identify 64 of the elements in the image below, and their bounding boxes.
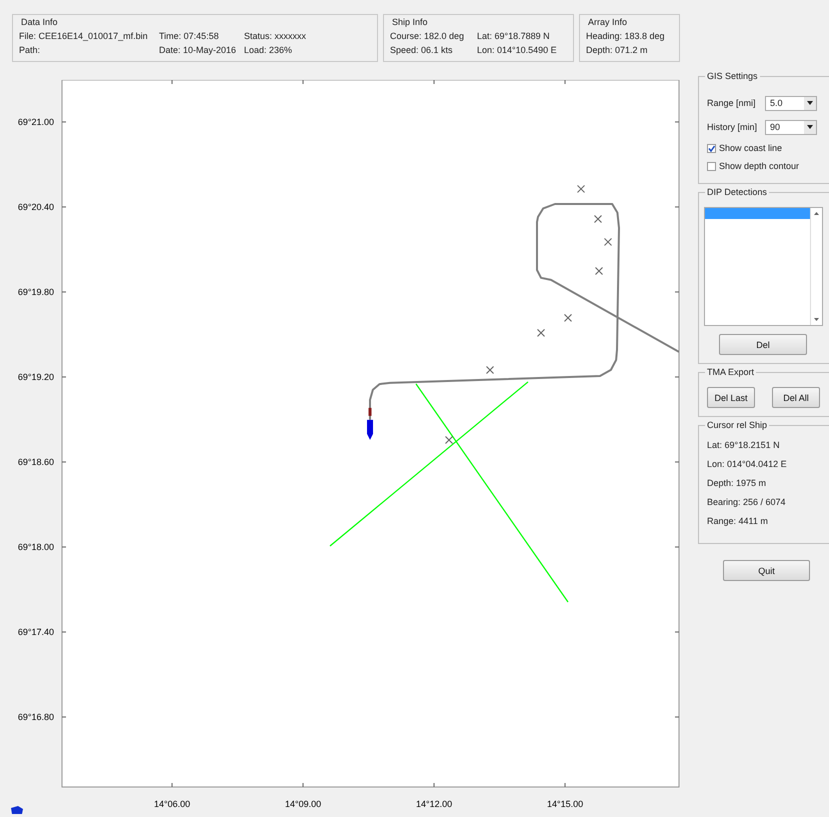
y-axis-label: 69°19.80	[18, 286, 54, 297]
cross-marker	[537, 328, 546, 337]
scrollbar[interactable]	[810, 208, 822, 325]
info-field: Time: 07:45:58	[159, 31, 244, 41]
checkbox-label: Show coast line	[719, 143, 782, 153]
cross-marker	[564, 314, 572, 322]
panel-title: Ship Info	[391, 17, 429, 27]
cross-marker	[486, 366, 494, 374]
info-field: File: CEE16E14_010017_mf.bin	[19, 31, 159, 41]
info-field: Status: xxxxxxx	[244, 31, 306, 41]
scroll-down-icon[interactable]	[814, 318, 819, 321]
history-label: History [min]	[707, 122, 758, 132]
info-field: Heading: 183.8 deg	[586, 31, 673, 41]
cursor-field: Lon: 014°04.0412 E	[707, 459, 829, 478]
info-field: Date: 10-May-2016	[159, 45, 244, 55]
group-title: TMA Export	[705, 367, 756, 377]
cross-marker	[445, 436, 453, 444]
cursor-field: Lat: 69°18.2151 N	[707, 440, 829, 459]
cross-marker	[604, 238, 612, 246]
x-axis-label: 14°12.00	[416, 799, 452, 809]
detections-list[interactable]	[704, 207, 823, 326]
y-axis-label: 69°19.20	[18, 372, 54, 382]
info-field: Lat: 69°18.7889 N	[477, 31, 562, 41]
panel-title: Array Info	[587, 17, 628, 27]
cross-marker	[594, 215, 602, 223]
checkbox[interactable]	[707, 144, 716, 152]
delete-button[interactable]: Del Last	[707, 387, 755, 408]
scroll-up-icon[interactable]	[814, 212, 819, 215]
info-field: Speed: 06.1 kts	[390, 45, 477, 55]
x-axis-label: 14°06.00	[154, 799, 190, 809]
cross-marker	[595, 267, 603, 275]
group-title: DIP Detections	[705, 187, 769, 197]
delete-button[interactable]: Del	[719, 334, 807, 355]
x-axis-label: 14°15.00	[546, 799, 584, 809]
y-axis-label: 69°21.00	[18, 116, 54, 127]
info-field: Lon: 014°10.5490 E	[477, 45, 562, 55]
history-dropdown[interactable]: 90	[765, 120, 817, 134]
cursor-field: Bearing: 256 / 6074	[707, 497, 829, 516]
checkbox[interactable]	[707, 162, 716, 170]
y-axis-label: 69°20.40	[18, 202, 54, 212]
panel-title: Data Info	[20, 17, 59, 27]
cursor-field: Range: 4411 m	[707, 516, 829, 535]
quit-button[interactable]: Quit	[723, 560, 810, 581]
x-axis-label: 14°09.00	[284, 799, 322, 809]
y-axis-label: 69°18.00	[18, 542, 54, 552]
info-field: Path:	[19, 45, 159, 55]
delete-button[interactable]: Del All	[772, 387, 820, 408]
y-axis-label: 69°18.60	[18, 456, 54, 467]
logo-icon	[10, 805, 24, 815]
range-label: Range [nmi]	[707, 98, 757, 108]
ship-icon	[367, 408, 374, 440]
info-field: Depth: 071.2 m	[586, 45, 673, 55]
checkbox-label: Show depth contour	[719, 161, 800, 171]
y-axis-label: 69°17.40	[18, 627, 54, 637]
group-title: Cursor rel Ship	[705, 420, 770, 430]
cursor-field: Depth: 1975 m	[707, 478, 829, 497]
dropdown-arrow-icon	[807, 125, 813, 129]
info-field: Load: 236%	[244, 45, 292, 55]
group-title: GIS Settings	[705, 71, 760, 81]
y-axis-label: 69°16.80	[18, 712, 54, 722]
range-dropdown[interactable]: 5.0	[765, 96, 817, 110]
info-field: Course: 182.0 deg	[390, 31, 477, 41]
cross-marker	[577, 184, 586, 193]
dropdown-arrow-icon	[807, 101, 813, 105]
